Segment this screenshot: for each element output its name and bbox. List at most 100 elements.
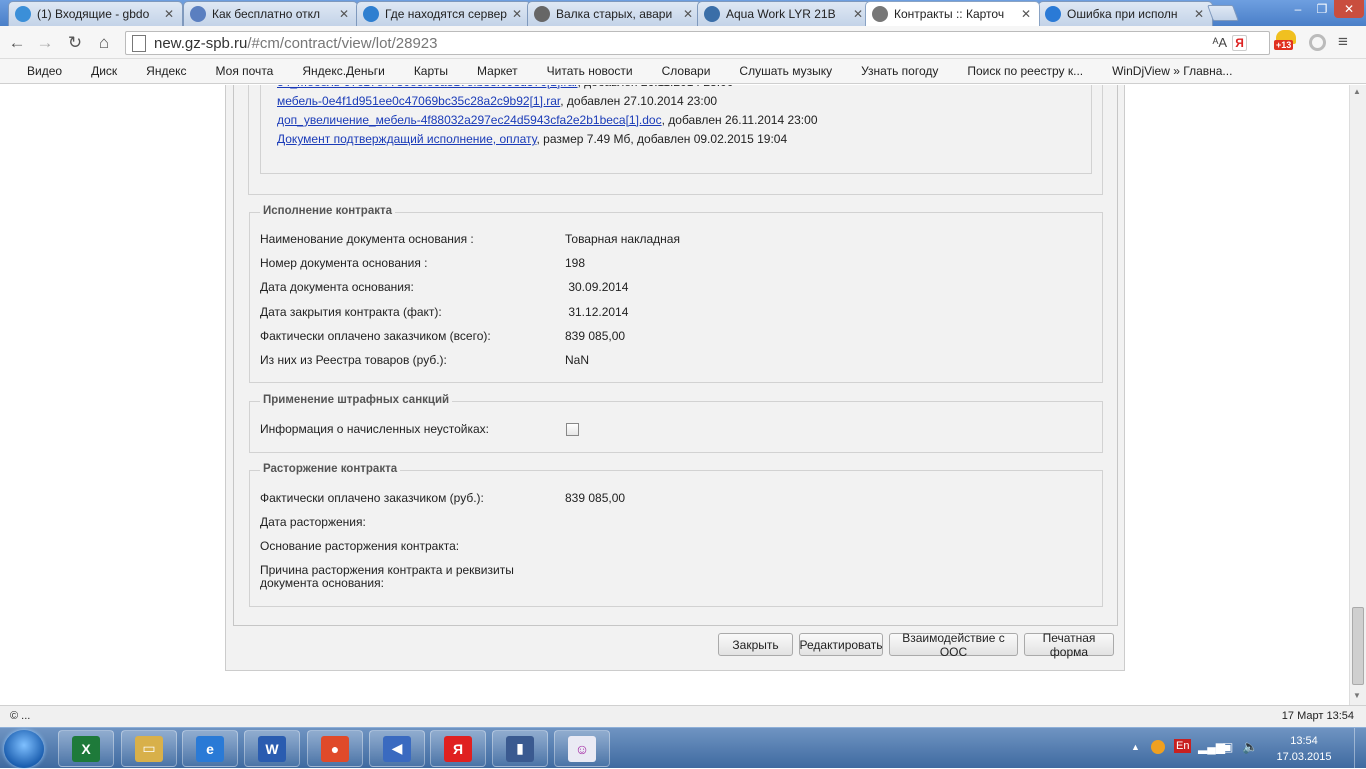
close-window-button[interactable]: ✕ xyxy=(1334,0,1364,18)
bookmark-label: Карты xyxy=(413,64,449,78)
file-link[interactable]: Документ подтверждащий исполнение, оплат… xyxy=(277,132,536,146)
tab-6[interactable]: Контракты :: Карточ ✕ xyxy=(865,1,1040,26)
tray-arrow-icon[interactable]: ▲ xyxy=(1131,742,1140,752)
yandex-browser-icon: Я xyxy=(444,735,472,762)
tab-close-icon[interactable]: ✕ xyxy=(1194,7,1206,21)
scroll-up-arrow-icon[interactable]: ▲ xyxy=(1353,87,1361,96)
file-entry: Документ подтверждащий исполнение, оплат… xyxy=(277,132,787,146)
yandex-icon[interactable]: Я xyxy=(1232,35,1247,51)
close-button[interactable]: Закрыть xyxy=(718,633,793,656)
bookmark-9[interactable]: Словари xyxy=(643,64,711,78)
tab-close-icon[interactable]: ✕ xyxy=(1021,7,1033,21)
file-link[interactable]: мебель-0e4f1d951ee0c47069bc35c28a2c9b92[… xyxy=(277,94,560,108)
page-icon xyxy=(132,34,146,52)
edit-button[interactable]: Редактировать xyxy=(799,633,883,656)
bookmark-11[interactable]: Узнать погоду xyxy=(842,64,938,78)
devices-icon[interactable]: ▣ xyxy=(1222,740,1233,754)
field-label: Наименование документа основания : xyxy=(260,232,474,246)
volume-icon[interactable]: 🔈 xyxy=(1242,739,1258,755)
tab-title: Как бесплатно откл xyxy=(212,7,320,21)
tab-title: Контракты :: Карточ xyxy=(894,7,1005,21)
taskbar-app-button[interactable]: ▮ xyxy=(492,730,548,767)
yandex-icon xyxy=(127,64,141,78)
translate-icon[interactable]: ᴬA xyxy=(1212,35,1227,50)
field-value: 198 xyxy=(565,256,586,271)
oos-interaction-button[interactable]: Взаимодействие с ООС xyxy=(889,631,1018,659)
field-value: 839 085,00 xyxy=(565,491,626,505)
taskbar-app-button[interactable]: e xyxy=(182,730,238,767)
ie-icon: e xyxy=(196,735,224,762)
tab-close-icon[interactable]: ✕ xyxy=(853,7,865,21)
bookmark-12[interactable]: Поиск по реестру к... xyxy=(948,64,1083,78)
bookmark-7[interactable]: Маркет xyxy=(458,64,518,78)
forward-button[interactable]: → xyxy=(34,32,56,54)
page-scrollbar[interactable]: ▲ ▼ xyxy=(1349,85,1366,705)
print-form-button[interactable]: Печатная форма xyxy=(1024,631,1114,659)
taskbar-app-button[interactable]: ▭ xyxy=(121,730,177,767)
taskbar-app-button[interactable]: ◀ xyxy=(369,730,425,767)
scroll-down-arrow-icon[interactable]: ▼ xyxy=(1353,691,1361,700)
sync-icon[interactable] xyxy=(1309,34,1326,51)
taskbar-app-button[interactable]: ☺ xyxy=(554,730,610,767)
bookmark-10[interactable]: Слушать музыку xyxy=(720,64,832,78)
bookmark-5[interactable]: Яндекс.Деньги xyxy=(283,64,384,78)
field-value: 31.12.2014 xyxy=(565,304,629,319)
scroll-thumb[interactable] xyxy=(1352,607,1364,685)
file-link[interactable]: 34_Мебель-97c17e7780e3fe6a817efb88f098d3… xyxy=(277,85,578,89)
bookmark-13[interactable]: WinDjView » Главна... xyxy=(1093,64,1232,78)
file-meta: , размер 7.49 Мб, добавлен 09.02.2015 19… xyxy=(536,132,788,146)
penalties-label: Информация о начисленных неустойках: xyxy=(260,422,489,436)
bookmark-label: Диск xyxy=(91,64,118,78)
tab-1[interactable]: (1) Входящие - gbdo ✕ xyxy=(8,1,183,26)
clock-date[interactable]: 17.03.2015 xyxy=(1272,751,1336,763)
clock-time[interactable]: 13:54 xyxy=(1284,735,1324,747)
bookmark-label: Видео xyxy=(27,64,63,78)
tray-yandex-icon[interactable] xyxy=(1151,740,1165,754)
bookmark-3[interactable]: Яндекс xyxy=(127,64,186,78)
file-link[interactable]: доп_увеличение_мебель-4f88032a297ec24d59… xyxy=(277,113,662,127)
reload-button[interactable]: ↻ xyxy=(64,32,86,54)
tab-close-icon[interactable]: ✕ xyxy=(683,7,695,21)
tab-7[interactable]: Ошибка при исполн ✕ xyxy=(1038,1,1213,26)
minimize-button[interactable]: – xyxy=(1286,0,1310,18)
tab-close-icon[interactable]: ✕ xyxy=(339,7,351,21)
excel-icon: X xyxy=(72,735,100,762)
tab-2[interactable]: Как бесплатно откл ✕ xyxy=(183,1,358,26)
language-indicator[interactable]: En xyxy=(1174,739,1192,753)
tab-4[interactable]: Валка старых, авари ✕ xyxy=(527,1,702,26)
bookmark-8[interactable]: Читать новости xyxy=(528,64,633,78)
bookmark-label: Поиск по реестру к... xyxy=(967,64,1084,78)
back-button[interactable]: ← xyxy=(6,32,28,54)
show-desktop-button[interactable] xyxy=(1354,728,1366,769)
tab-close-icon[interactable]: ✕ xyxy=(164,7,176,21)
menu-icon[interactable]: ≡ xyxy=(1338,32,1358,52)
bookmark-label: Слушать музыку xyxy=(739,64,833,78)
bookmark-2[interactable]: Диск xyxy=(72,64,117,78)
new-tab-button[interactable] xyxy=(1207,5,1239,21)
tab-3[interactable]: Где находятся сервер ✕ xyxy=(356,1,531,26)
speaker-icon: ◀ xyxy=(383,735,411,762)
penalties-checkbox[interactable] xyxy=(566,423,579,436)
tab-5[interactable]: Aqua Work LYR 21B ✕ xyxy=(697,1,872,26)
tab-favicon-icon xyxy=(190,6,206,22)
address-bar[interactable]: new.gz-spb.ru/#cm/contract/view/lot/2892… xyxy=(125,31,1270,55)
bookmark-6[interactable]: Карты xyxy=(395,64,448,78)
taskbar-app-button[interactable]: X xyxy=(58,730,114,767)
tab-close-icon[interactable]: ✕ xyxy=(512,7,524,21)
penalties-legend: Применение штрафных санкций xyxy=(260,394,453,406)
start-button[interactable] xyxy=(4,730,44,768)
bookmark-label: Маркет xyxy=(477,64,518,78)
home-button[interactable]: ⌂ xyxy=(93,32,115,54)
maximize-button[interactable]: ❐ xyxy=(1310,0,1334,18)
taskbar-app-button[interactable]: Я xyxy=(430,730,486,767)
taskbar-app-button[interactable]: W xyxy=(244,730,300,767)
bookmark-1[interactable]: Видео xyxy=(8,64,62,78)
termination-fieldset: Расторжение контракта Фактически оплачен… xyxy=(249,463,1103,607)
url-domain: new.gz-spb.ru xyxy=(154,34,248,52)
network-icon[interactable]: ▂▄▆ xyxy=(1198,740,1225,754)
bookmark-4[interactable]: Моя почта xyxy=(197,64,274,78)
file-meta: , добавлен 26.11.2014 23:00 xyxy=(661,113,818,127)
taskbar-app-button[interactable]: ● xyxy=(307,730,363,767)
field-label: Фактически оплачено заказчиком (всего): xyxy=(260,328,491,343)
extension-icon[interactable]: +13 xyxy=(1274,30,1298,54)
